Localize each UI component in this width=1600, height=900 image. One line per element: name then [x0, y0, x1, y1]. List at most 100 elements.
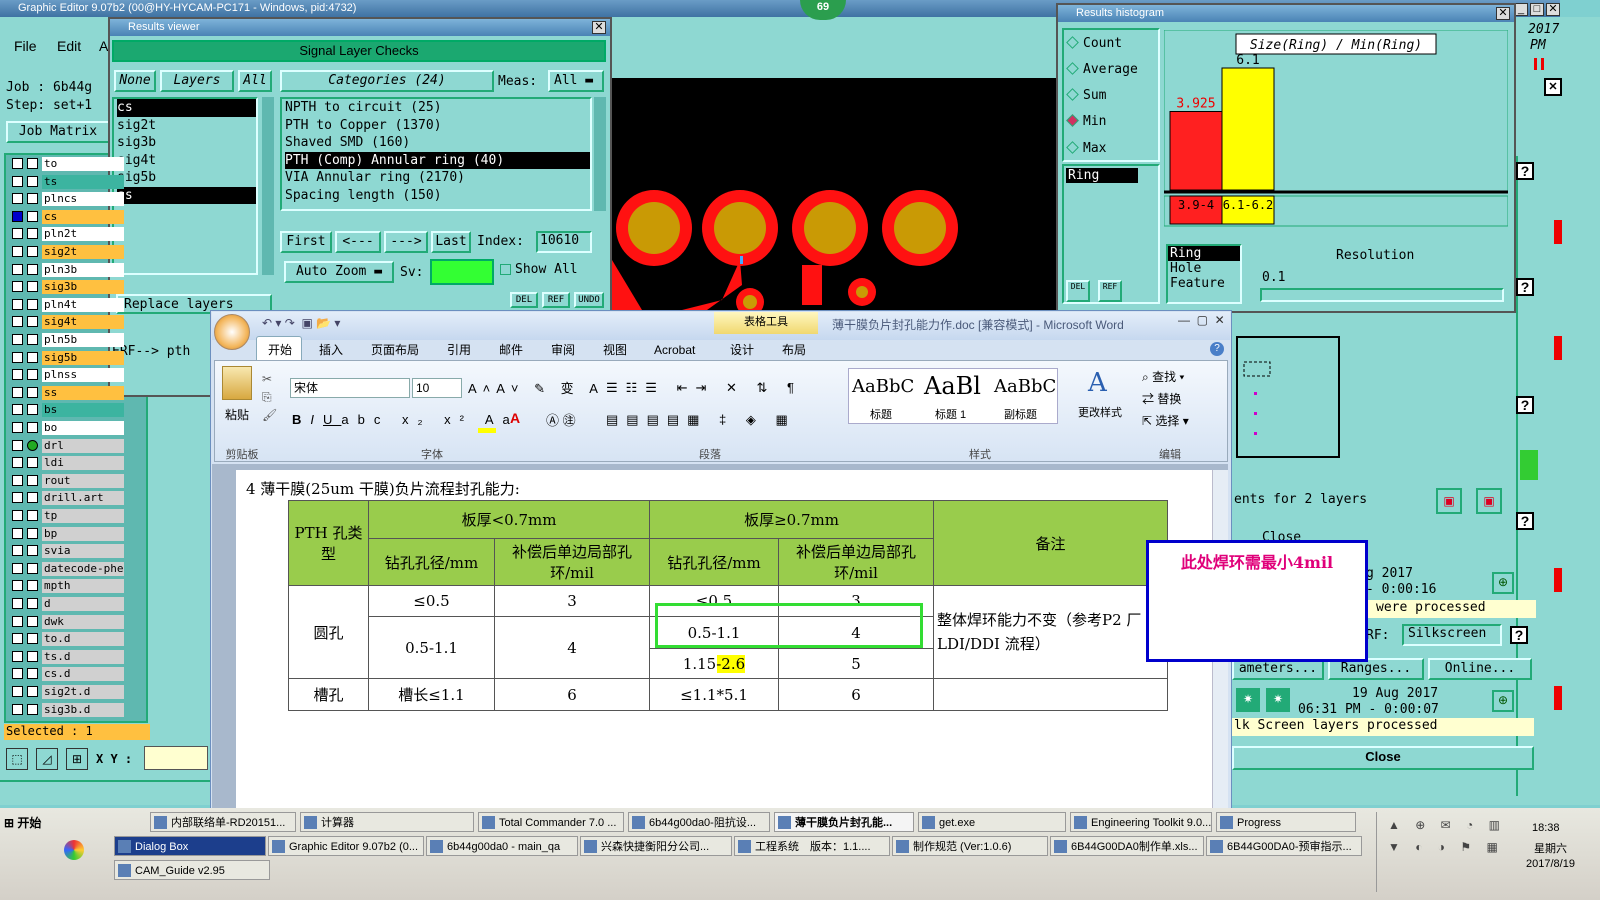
- clipboard-tools[interactable]: ✂ ⎘ 🖌: [262, 370, 277, 424]
- menu-edit[interactable]: Edit: [57, 38, 81, 54]
- layer-type-icon[interactable]: [27, 263, 38, 275]
- layer-type-icon[interactable]: [27, 298, 38, 310]
- layer-checkbox[interactable]: [12, 580, 23, 592]
- layers-button[interactable]: Layers: [160, 70, 234, 92]
- layer-checkbox[interactable]: [12, 228, 23, 240]
- all-button[interactable]: All: [238, 70, 272, 92]
- layer-name[interactable]: pln4t: [42, 297, 124, 312]
- layer-name[interactable]: svia: [42, 544, 124, 559]
- layer-row[interactable]: ldi: [12, 456, 124, 471]
- font-name-field[interactable]: 宋体: [290, 378, 410, 398]
- layer-row[interactable]: bs: [12, 403, 124, 418]
- option-min[interactable]: Min: [1066, 114, 1106, 129]
- layer-type-icon[interactable]: [27, 580, 38, 592]
- layer-row[interactable]: to: [12, 157, 124, 171]
- zoom-icon[interactable]: ⊕: [1492, 572, 1514, 594]
- option-sum[interactable]: Sum: [1066, 88, 1106, 103]
- layer-row[interactable]: sig2t.d: [12, 685, 124, 699]
- list-item[interactable]: sig2t: [117, 117, 256, 135]
- tab-acrobat[interactable]: Acrobat: [654, 340, 695, 360]
- menu-file[interactable]: File: [14, 38, 37, 54]
- layer-row[interactable]: sig4t: [12, 315, 124, 330]
- layer-name[interactable]: cs: [42, 209, 124, 224]
- histogram-bar[interactable]: [1169, 111, 1223, 191]
- del-button[interactable]: DEL: [510, 292, 538, 308]
- layer-type-icon[interactable]: [27, 615, 38, 627]
- layer-type-icon[interactable]: [27, 228, 38, 240]
- layer-row[interactable]: d: [12, 597, 124, 611]
- select-button[interactable]: ⇱ 选择 ▾: [1142, 412, 1189, 429]
- online-button[interactable]: Online...: [1428, 658, 1532, 680]
- taskbar-item[interactable]: 6b44g00da0 - main_qa: [426, 836, 578, 856]
- layer-checkbox[interactable]: [12, 686, 23, 697]
- taskbar-item[interactable]: 内部联络单-RD20151...: [150, 812, 296, 832]
- layer-checkbox[interactable]: [12, 703, 23, 715]
- quick-access-toolbar[interactable]: ↶ ▾ ↷ ▣ 📂 ▾: [262, 316, 340, 330]
- mode-hole[interactable]: Hole: [1168, 261, 1240, 276]
- change-styles-label[interactable]: 更改样式: [1078, 404, 1122, 420]
- option-max[interactable]: Max: [1066, 141, 1106, 156]
- histogram-bar[interactable]: [1221, 67, 1275, 191]
- zoom-tool-icon[interactable]: ⬚: [6, 748, 28, 770]
- layer-name[interactable]: d: [42, 597, 124, 611]
- layer-type-icon[interactable]: [27, 193, 38, 205]
- layer-row[interactable]: pln2t: [12, 227, 124, 242]
- layer-checkbox[interactable]: [12, 175, 23, 187]
- undo-button[interactable]: UNDO: [574, 292, 604, 308]
- layer-row[interactable]: svia: [12, 544, 124, 559]
- taskbar-item[interactable]: 6b44g00da0-阻抗设...: [628, 812, 770, 832]
- office-button[interactable]: [214, 314, 250, 350]
- layer-checkbox[interactable]: [12, 193, 23, 205]
- layer-type-icon[interactable]: [27, 386, 38, 398]
- layer-row[interactable]: pln3b: [12, 262, 124, 277]
- pcb-canvas[interactable]: [612, 70, 1062, 310]
- histogram-mode-list[interactable]: Ring Hole Feature: [1166, 244, 1242, 304]
- layer-name[interactable]: ss: [42, 385, 124, 400]
- mode-feature[interactable]: Feature: [1168, 276, 1240, 291]
- change-styles-icon[interactable]: A: [1088, 368, 1107, 398]
- checks-scrollbar[interactable]: [594, 97, 606, 211]
- tab-layout[interactable]: 布局: [782, 340, 806, 360]
- tab-insert[interactable]: 插入: [319, 340, 343, 360]
- layer-checkbox[interactable]: [12, 492, 23, 504]
- taskbar-item[interactable]: Total Commander 7.0 ...: [478, 812, 624, 832]
- layer-type-icon[interactable]: [27, 316, 38, 328]
- layer-name[interactable]: plncs: [42, 192, 124, 207]
- results-layer-list[interactable]: cs sig2t sig3b sig4t sig5b ss: [112, 97, 258, 275]
- menu-a[interactable]: A: [99, 38, 108, 54]
- paste-icon[interactable]: [222, 366, 252, 400]
- layer-row[interactable]: rout: [12, 473, 124, 488]
- zoom-icon[interactable]: ⊕: [1492, 690, 1514, 712]
- windows-logo-icon[interactable]: [64, 840, 84, 860]
- layer-type-icon[interactable]: [27, 668, 38, 680]
- tab-review[interactable]: 审阅: [551, 340, 575, 360]
- layer-name[interactable]: sig2t: [42, 245, 124, 259]
- taskbar-item[interactable]: 计算器: [300, 812, 474, 832]
- style-sample[interactable]: AaBl: [924, 372, 981, 400]
- layer-checkbox[interactable]: [12, 298, 23, 310]
- char-border-icon[interactable]: Ⓐ ㊟: [546, 410, 576, 429]
- layer-checkbox[interactable]: [12, 668, 23, 680]
- align-icons[interactable]: ▤▤▤▤▦ ‡ ◈ ▦: [606, 412, 796, 428]
- layer-type-icon[interactable]: [27, 686, 38, 697]
- layer-checkbox[interactable]: [12, 650, 23, 662]
- layer-name[interactable]: bp: [42, 526, 124, 541]
- layer-name[interactable]: tp: [42, 509, 124, 523]
- layer-checkbox[interactable]: [12, 334, 23, 345]
- layer-name[interactable]: to.d: [42, 632, 124, 647]
- layer-checkbox[interactable]: [12, 615, 23, 627]
- layer-checkbox[interactable]: [12, 439, 23, 451]
- layer-name[interactable]: bo: [42, 421, 124, 435]
- minimize-button[interactable]: _: [1514, 3, 1528, 16]
- layer-name[interactable]: pln5b: [42, 333, 124, 347]
- checks-list[interactable]: NPTH to circuit (25) PTH to Copper (1370…: [280, 97, 592, 211]
- layer-type-icon[interactable]: [27, 650, 38, 662]
- tab-mailings[interactable]: 邮件: [499, 340, 523, 360]
- check-item[interactable]: Spacing length (150): [285, 187, 590, 205]
- list-item[interactable]: cs: [117, 99, 256, 117]
- layer-checkbox[interactable]: [12, 422, 23, 433]
- layer-type-icon[interactable]: [27, 158, 38, 169]
- index-input[interactable]: 10610: [536, 231, 592, 253]
- taskbar-item[interactable]: Engineering Toolkit 9.0...: [1070, 812, 1212, 832]
- layer-checkbox[interactable]: [12, 510, 23, 521]
